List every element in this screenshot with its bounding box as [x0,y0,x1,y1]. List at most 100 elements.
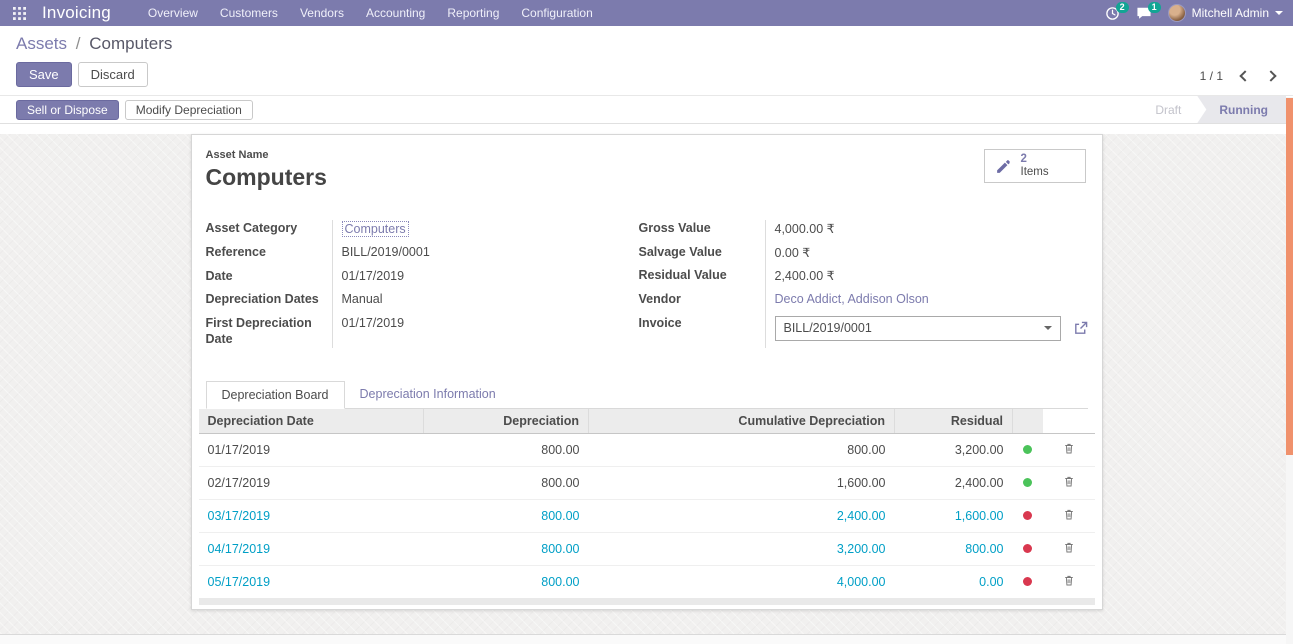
pager-next-icon[interactable] [1265,70,1276,81]
items-stat-button[interactable]: 2 Items [984,149,1086,183]
field-residual-value: Residual Value 2,400.00 ₹ [639,264,1088,288]
vendor-value[interactable]: Deco Addict, Addison Olson [775,292,929,306]
col-depreciation-date[interactable]: Depreciation Date [199,409,424,434]
invoice-select[interactable]: BILL/2019/0001 [775,316,1061,341]
cell-cumulative[interactable]: 2,400.00 [589,500,895,533]
cell-date[interactable]: 04/17/2019 [199,533,424,566]
depreciation-row[interactable]: 02/17/2019 800.00 1,600.00 2,400.00 [199,467,1095,500]
menu-vendors[interactable]: Vendors [289,0,355,26]
field-first-depreciation-date: First Depreciation Date 01/17/2019 [206,312,625,351]
cell-date[interactable]: 05/17/2019 [199,566,424,599]
cell-cumulative[interactable]: 1,600.00 [589,467,895,500]
asset-name-label: Asset Name [206,149,327,161]
cell-depreciation[interactable]: 800.00 [424,500,589,533]
date-value[interactable]: 01/17/2019 [332,269,625,283]
gross-value-value[interactable]: 4,000.00 ₹ [765,221,1088,236]
delete-row-button[interactable] [1043,467,1095,500]
sell-or-dispose-button[interactable]: Sell or Dispose [16,100,119,120]
title-row: Asset Name Computers 2 Items [206,149,1088,191]
salvage-value-value[interactable]: 0.00 ₹ [765,245,1088,260]
form-view: Asset Name Computers 2 Items Asset Categ… [0,134,1293,644]
cell-depreciation[interactable]: 800.00 [424,566,589,599]
control-panel: Assets / Computers Save Discard 1 / 1 [0,26,1293,96]
cell-depreciation[interactable]: 800.00 [424,434,589,467]
pager-prev-icon[interactable] [1239,70,1250,81]
cell-cumulative[interactable]: 800.00 [589,434,895,467]
asset-name-value[interactable]: Computers [206,164,327,191]
delete-row-button[interactable] [1043,566,1095,599]
pager-count: 1 / 1 [1200,69,1223,83]
save-button[interactable]: Save [16,62,72,87]
field-asset-category: Asset Category Computers [206,217,625,241]
breadcrumb-separator: / [76,34,81,53]
delete-row-button[interactable] [1043,533,1095,566]
cell-residual[interactable]: 3,200.00 [895,434,1013,467]
user-caret-icon [1275,11,1283,15]
trash-icon [1063,574,1075,587]
vertical-scrollbar[interactable] [1286,97,1293,644]
discard-button[interactable]: Discard [78,62,148,87]
user-menu[interactable]: Mitchell Admin [1168,4,1283,22]
cell-depreciation[interactable]: 800.00 [424,533,589,566]
dropdown-caret-icon[interactable] [1044,326,1052,330]
col-cumulative-depreciation[interactable]: Cumulative Depreciation [589,409,895,434]
apps-menu-icon[interactable] [8,3,30,23]
status-draft[interactable]: Draft [1139,96,1197,123]
status-running[interactable]: Running [1197,96,1286,123]
activity-menu[interactable]: 2 [1105,6,1120,21]
top-navbar: Invoicing Overview Customers Vendors Acc… [0,0,1293,26]
app-brand[interactable]: Invoicing [42,3,111,23]
scrollbar-thumb[interactable] [1286,98,1293,455]
posted-status-dot-icon [1023,445,1032,454]
cell-date[interactable]: 03/17/2019 [199,500,424,533]
form-sheet: Asset Name Computers 2 Items Asset Categ… [191,134,1103,610]
messages-menu[interactable]: 1 [1136,6,1152,20]
cell-residual[interactable]: 2,400.00 [895,467,1013,500]
modify-depreciation-button[interactable]: Modify Depreciation [125,100,253,120]
depreciation-dates-label: Depreciation Dates [206,292,332,308]
menu-accounting[interactable]: Accounting [355,0,436,26]
first-depreciation-date-value[interactable]: 01/17/2019 [332,316,625,330]
menu-reporting[interactable]: Reporting [436,0,510,26]
tab-depreciation-information[interactable]: Depreciation Information [345,381,511,408]
grid-icon [13,7,26,20]
cell-date[interactable]: 01/17/2019 [199,434,424,467]
asset-category-value[interactable]: Computers [342,221,409,237]
delete-row-button[interactable] [1043,434,1095,467]
menu-configuration[interactable]: Configuration [510,0,603,26]
col-residual[interactable]: Residual [895,409,1013,434]
user-name: Mitchell Admin [1192,6,1269,20]
tab-depreciation-board[interactable]: Depreciation Board [206,381,345,409]
invoice-label: Invoice [639,316,765,332]
cell-cumulative[interactable]: 4,000.00 [589,566,895,599]
depreciation-dates-value[interactable]: Manual [332,292,625,306]
depreciation-row[interactable]: 04/17/2019 800.00 3,200.00 800.00 [199,533,1095,566]
residual-value-value[interactable]: 2,400.00 ₹ [765,268,1088,283]
statusbar: Sell or Dispose Modify Depreciation Draf… [0,96,1293,124]
delete-row-button[interactable] [1043,500,1095,533]
depreciation-row[interactable]: 01/17/2019 800.00 800.00 3,200.00 [199,434,1095,467]
user-avatar [1168,4,1186,22]
items-label: Items [1021,166,1049,179]
menu-overview[interactable]: Overview [137,0,209,26]
reference-label: Reference [206,245,332,261]
reference-value[interactable]: BILL/2019/0001 [332,245,625,259]
trash-icon [1063,508,1075,521]
depreciation-row[interactable]: 03/17/2019 800.00 2,400.00 1,600.00 [199,500,1095,533]
cell-date[interactable]: 02/17/2019 [199,467,424,500]
field-reference: Reference BILL/2019/0001 [206,241,625,265]
trash-icon [1063,541,1075,554]
external-link-icon[interactable] [1073,321,1088,336]
cell-residual[interactable]: 0.00 [895,566,1013,599]
cell-cumulative[interactable]: 3,200.00 [589,533,895,566]
depreciation-row[interactable]: 05/17/2019 800.00 4,000.00 0.00 [199,566,1095,599]
cell-residual[interactable]: 1,600.00 [895,500,1013,533]
field-salvage-value: Salvage Value 0.00 ₹ [639,241,1088,265]
messages-badge: 1 [1148,2,1161,13]
breadcrumb-assets[interactable]: Assets [16,34,67,53]
menu-customers[interactable]: Customers [209,0,289,26]
col-depreciation[interactable]: Depreciation [424,409,589,434]
left-field-group: Asset Category Computers Reference BILL/… [206,217,625,351]
cell-residual[interactable]: 800.00 [895,533,1013,566]
cell-depreciation[interactable]: 800.00 [424,467,589,500]
